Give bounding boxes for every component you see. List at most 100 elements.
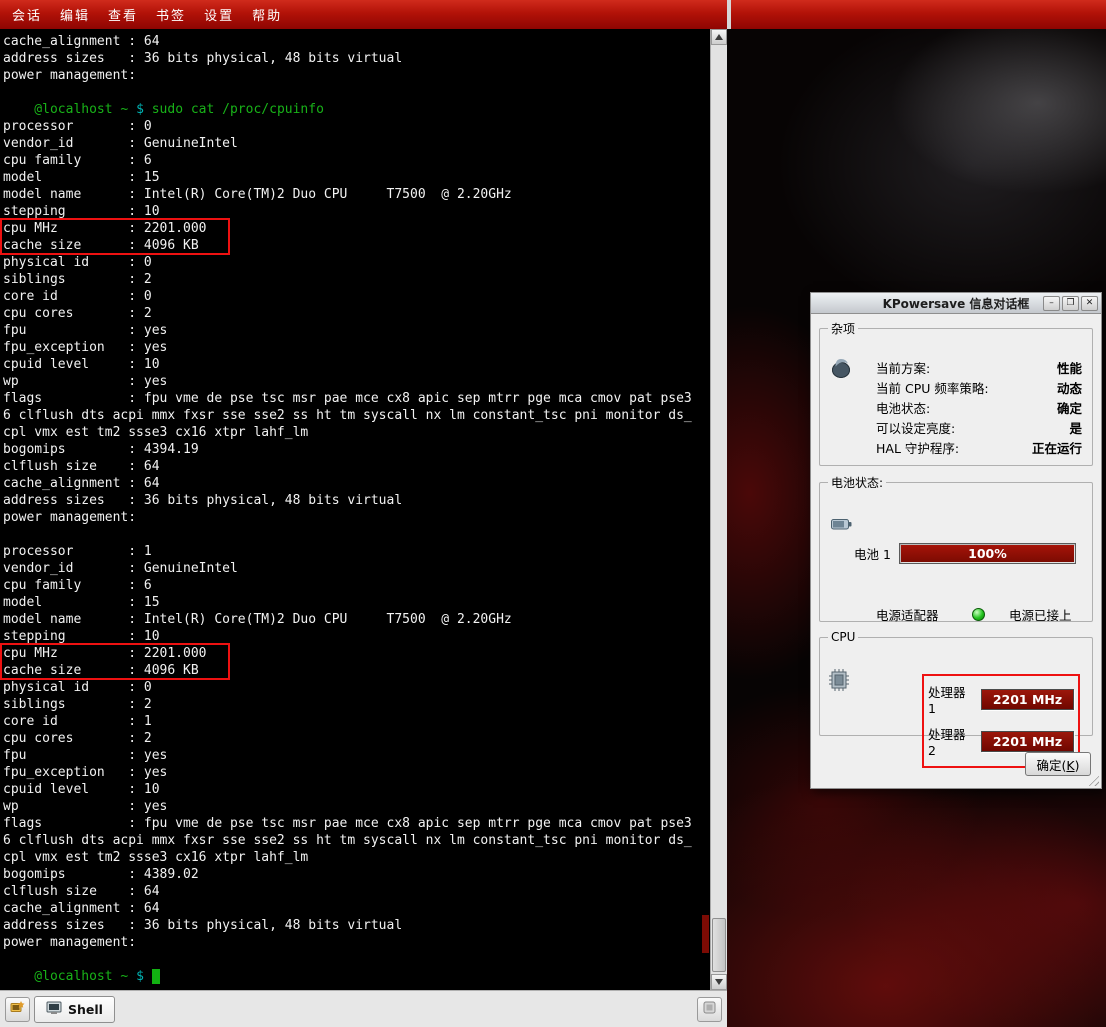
terminal-line: @localhost ~ $ sudo cat /proc/cpuinfo — [3, 101, 710, 118]
terminal-line: address sizes : 36 bits physical, 48 bit… — [3, 917, 710, 934]
terminal-screen[interactable]: cache_alignment : 64address sizes : 36 b… — [0, 29, 727, 990]
cpu-frequency-bar: 2201 MHz — [981, 689, 1074, 710]
arrow-down-icon — [715, 979, 723, 985]
terminal-line: model : 15 — [3, 169, 710, 186]
terminal-line: cpu MHz : 2201.000 — [3, 220, 710, 237]
new-session-button[interactable] — [5, 997, 30, 1022]
terminal-line: siblings : 2 — [3, 696, 710, 713]
terminal-line: cache size : 4096 KB — [3, 662, 710, 679]
terminal-line: cache_alignment : 64 — [3, 33, 710, 50]
terminal-line: stepping : 10 — [3, 628, 710, 645]
battery-progress-fill: 100% — [901, 545, 1074, 562]
terminal-line: siblings : 2 — [3, 271, 710, 288]
terminal-line: 6 clflush dts acpi mmx fxsr sse sse2 ss … — [3, 832, 710, 849]
ok-label: 确定( — [1037, 758, 1067, 773]
adapter-label: 电源适配器 — [876, 605, 964, 624]
tab-shell[interactable]: Shell — [34, 996, 115, 1023]
misc-value: 是 — [1069, 418, 1082, 437]
terminal-line: bogomips : 4389.02 — [3, 866, 710, 883]
close-button[interactable]: ✕ — [1081, 296, 1098, 311]
misc-value: 确定 — [1057, 398, 1082, 417]
terminal-line: clflush size : 64 — [3, 883, 710, 900]
menu-help[interactable]: 帮助 — [243, 2, 291, 27]
window-buttons: – ❐ ✕ — [1043, 296, 1101, 311]
terminal-line: power management: — [3, 934, 710, 951]
cpu-frequency-bar: 2201 MHz — [981, 731, 1074, 752]
misc-value: 性能 — [1057, 358, 1082, 377]
battery-progressbar: 100% — [899, 543, 1076, 564]
cpu-label: 处理器 1 — [928, 682, 976, 716]
terminal-line: cpuid level : 10 — [3, 356, 710, 373]
terminal-line: 6 clflush dts acpi mmx fxsr sse sse2 ss … — [3, 407, 710, 424]
misc-row-battery-state: 电池状态: 确定 — [876, 397, 1082, 417]
scroll-down-button[interactable] — [711, 974, 727, 990]
menu-session[interactable]: 会话 — [3, 2, 51, 27]
terminal-line: model name : Intel(R) Core(TM)2 Duo CPU … — [3, 611, 710, 628]
ok-button[interactable]: 确定(K) — [1025, 752, 1091, 776]
terminal-line: vendor_id : GenuineIntel — [3, 135, 710, 152]
adapter-status: 电源已接上 — [1009, 605, 1072, 624]
terminal-cursor — [152, 969, 160, 984]
terminal-line: cpu family : 6 — [3, 152, 710, 169]
adapter-row: 电源适配器 电源已接上 — [876, 605, 1076, 624]
cpu-frequency-value: 2201 MHz — [993, 692, 1062, 707]
detach-session-button[interactable] — [697, 997, 722, 1022]
menu-settings[interactable]: 设置 — [195, 2, 243, 27]
terminal-line: vendor_id : GenuineIntel — [3, 560, 710, 577]
scroll-up-button[interactable] — [711, 29, 727, 45]
menu-edit[interactable]: 编辑 — [51, 2, 99, 27]
terminal-line: fpu_exception : yes — [3, 339, 710, 356]
terminal-line: model name : Intel(R) Core(TM)2 Duo CPU … — [3, 186, 710, 203]
terminal-line: @localhost ~ $ — [3, 968, 710, 985]
terminal-line: cpu cores : 2 — [3, 730, 710, 747]
terminal-line: physical id : 0 — [3, 254, 710, 271]
terminal-scrollbar[interactable] — [710, 29, 727, 990]
terminal-line: flags : fpu vme de pse tsc msr pae mce c… — [3, 390, 710, 407]
terminal-line: core id : 0 — [3, 288, 710, 305]
terminal-line: fpu : yes — [3, 747, 710, 764]
terminal-line: cpl vmx est tm2 ssse3 cx16 xtpr lahf_lm — [3, 424, 710, 441]
power-led-icon — [972, 608, 985, 621]
group-misc-legend: 杂项 — [828, 320, 858, 337]
kpowersave-dialog: KPowersave 信息对话框 – ❐ ✕ 杂项 当前方案: 性能 — [810, 292, 1102, 789]
terminal-output: cache_alignment : 64address sizes : 36 b… — [0, 29, 710, 990]
arrow-up-icon — [715, 34, 723, 40]
terminal-line: model : 15 — [3, 594, 710, 611]
maximize-button[interactable]: ❐ — [1062, 296, 1079, 311]
terminal-line: bogomips : 4394.19 — [3, 441, 710, 458]
terminal-line: address sizes : 36 bits physical, 48 bit… — [3, 50, 710, 67]
terminal-segment: @localhost ~ — [3, 969, 136, 984]
minimize-button[interactable]: – — [1043, 296, 1060, 311]
cpu-frequency-value: 2201 MHz — [993, 734, 1062, 749]
terminal-line: core id : 1 — [3, 713, 710, 730]
terminal-line: flags : fpu vme de pse tsc msr pae mce c… — [3, 815, 710, 832]
titlebar-extension — [731, 0, 1106, 29]
terminal-line: processor : 1 — [3, 543, 710, 560]
terminal-line: cpu cores : 2 — [3, 305, 710, 322]
misc-value: 正在运行 — [1032, 438, 1082, 457]
terminal-line: fpu_exception : yes — [3, 764, 710, 781]
misc-label: 当前方案: — [876, 358, 930, 377]
misc-value: 动态 — [1057, 378, 1082, 397]
terminal-line: power management: — [3, 509, 710, 526]
misc-row-hal: HAL 守护程序: 正在运行 — [876, 437, 1082, 457]
group-battery-legend: 电池状态: — [828, 474, 886, 491]
terminal-line: address sizes : 36 bits physical, 48 bit… — [3, 492, 710, 509]
terminal-line: power management: — [3, 67, 710, 84]
ok-accesskey: K — [1066, 758, 1074, 773]
misc-row-scheme: 当前方案: 性能 — [876, 357, 1082, 377]
terminal-line: cpuid level : 10 — [3, 781, 710, 798]
terminal-line: physical id : 0 — [3, 679, 710, 696]
terminal-segment: @localhost ~ — [3, 102, 136, 117]
cpu-row-1: 处理器 1 2201 MHz — [928, 682, 1074, 716]
menu-bookmarks[interactable]: 书签 — [147, 2, 195, 27]
terminal-line — [3, 951, 710, 968]
dialog-titlebar[interactable]: KPowersave 信息对话框 – ❐ ✕ — [810, 292, 1102, 314]
suspend-icon — [830, 357, 854, 383]
misc-label: 电池状态: — [876, 398, 930, 417]
menu-view[interactable]: 查看 — [99, 2, 147, 27]
scrollbar-thumb[interactable] — [712, 918, 726, 972]
misc-row-cpu-policy: 当前 CPU 频率策略: 动态 — [876, 377, 1082, 397]
misc-rows: 当前方案: 性能 当前 CPU 频率策略: 动态 电池状态: 确定 可以设定亮度… — [876, 357, 1082, 457]
terminal-line: processor : 0 — [3, 118, 710, 135]
